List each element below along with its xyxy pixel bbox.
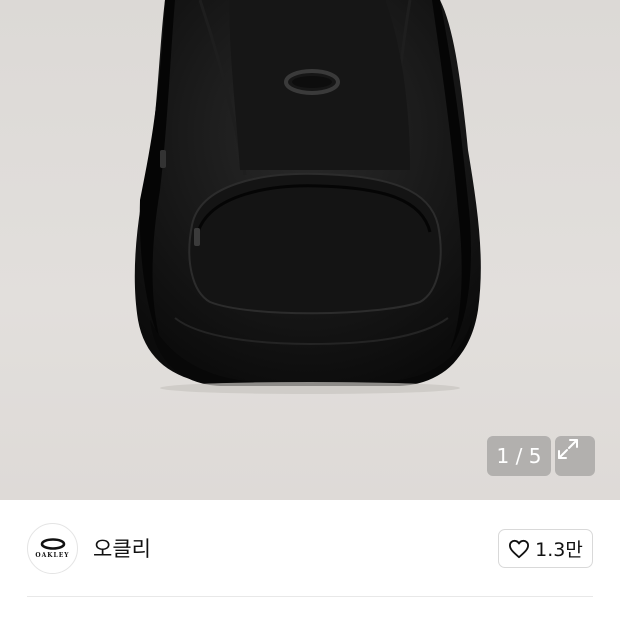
oakley-ellipse-icon [40,538,65,550]
image-counter: 1 / 5 [487,436,551,476]
expand-button[interactable] [555,436,595,476]
brand-name[interactable]: 오클리 [93,533,151,563]
heart-outline-icon [509,539,530,558]
divider [27,596,593,597]
like-button[interactable]: 1.3만 [498,529,593,568]
product-image[interactable]: 1 / 5 [0,0,620,500]
brand-logo-text: OAKLEY [35,552,70,559]
image-counter-text: 1 / 5 [496,444,542,468]
backpack-icon [134,0,481,394]
brand-logo[interactable]: OAKLEY [27,523,78,574]
expand-icon [558,439,578,459]
like-count: 1.3만 [535,539,583,561]
